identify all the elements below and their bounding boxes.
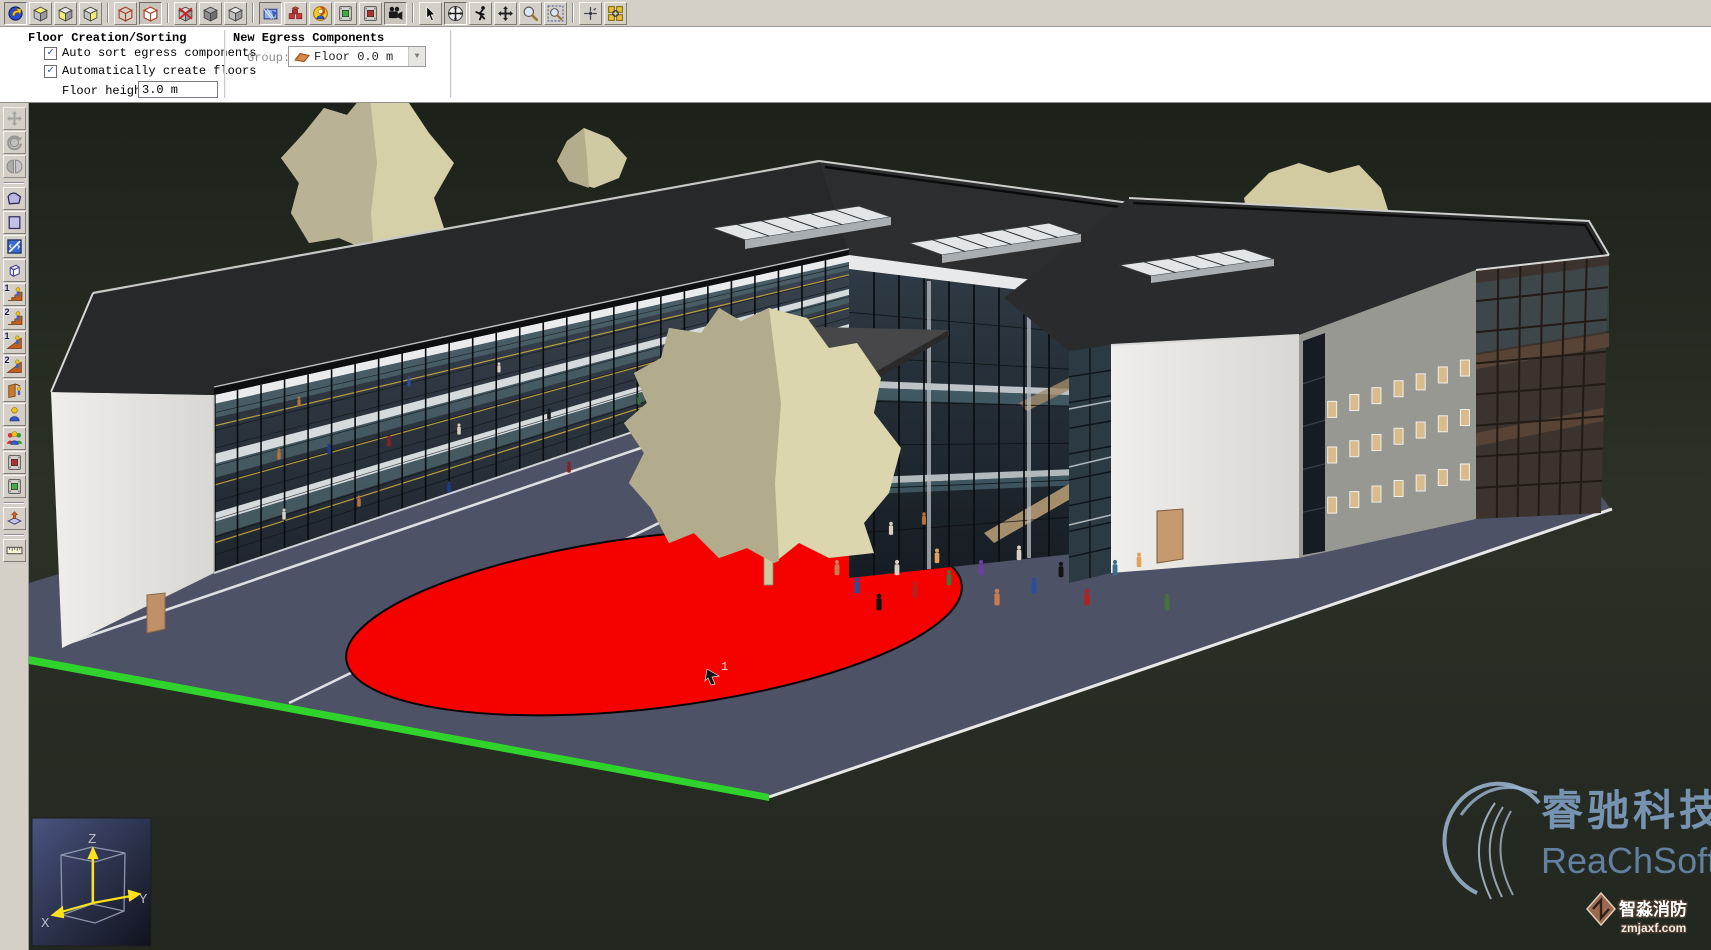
auto-floors-checkbox[interactable]: ✓ <box>44 65 57 78</box>
zoom-box-tool-button[interactable] <box>544 2 567 25</box>
wireframe-button[interactable] <box>114 2 137 25</box>
orbit-tool-button[interactable] <box>444 2 467 25</box>
pathfinder-app-window: Floor Creation/Sorting ✓ Auto sort egres… <box>0 0 1711 950</box>
options-panel-bar: Floor Creation/Sorting ✓ Auto sort egres… <box>0 27 1711 103</box>
show-transparency-button[interactable] <box>259 2 282 25</box>
measure-tool-button[interactable] <box>3 539 26 562</box>
panel-separator <box>450 30 452 98</box>
axis-x-label: X <box>41 916 50 932</box>
checkmark-icon: ✓ <box>47 66 54 77</box>
solid-light-button[interactable] <box>224 2 247 25</box>
axis-indicator: Z Y X <box>32 818 151 946</box>
obstruction-tool-button[interactable] <box>3 259 26 282</box>
auto-sort-checkbox-label: Auto sort egress components <box>62 46 256 60</box>
toolbar-separator <box>167 3 169 23</box>
panel-separator <box>224 30 226 98</box>
interior-door-tool-button[interactable] <box>3 475 26 498</box>
toolbar-separator <box>412 3 414 23</box>
show-obstructions-button[interactable] <box>284 2 307 25</box>
hide-geometry-button[interactable] <box>174 2 197 25</box>
extract-floor-tool-button[interactable] <box>3 507 26 530</box>
dropdown-arrow-icon[interactable]: ▼ <box>408 47 425 66</box>
rectangle-room-tool-button[interactable] <box>3 211 26 234</box>
snap-point-button[interactable] <box>579 2 602 25</box>
watermark-logo-cn: 智淼消防 <box>1619 899 1687 919</box>
show-exits-button[interactable] <box>359 2 382 25</box>
side-view-button[interactable] <box>79 2 102 25</box>
main-toolbar <box>0 0 1711 27</box>
ramp-two-point-tool-button[interactable]: 2 <box>3 355 26 378</box>
sidebar-separator <box>4 502 24 504</box>
zoom-tool-button[interactable] <box>519 2 542 25</box>
pan-tool-button[interactable] <box>494 2 517 25</box>
checkmark-icon: ✓ <box>47 48 54 59</box>
stairs-one-point-tool-button[interactable]: 1 <box>3 283 26 306</box>
watermark-logo-domain: zmjaxf.com <box>1621 921 1686 935</box>
3d-viewport[interactable]: 1 <box>29 103 1711 950</box>
sidebar-separator <box>4 534 24 536</box>
add-occupant-tool-button[interactable] <box>3 403 26 426</box>
auto-floors-checkbox-label: Automatically create floors <box>62 64 256 78</box>
exit-door-tool-button[interactable] <box>3 451 26 474</box>
tools-sidebar: 1 2 1 2 <box>0 103 29 950</box>
axis-y-label: Y <box>139 892 148 908</box>
rotate-tool-button[interactable] <box>3 131 26 154</box>
stairs-two-point-tool-button[interactable]: 2 <box>3 307 26 330</box>
ramp-one-point-tool-button[interactable]: 1 <box>3 331 26 354</box>
thin-wall-tool-button[interactable] <box>3 235 26 258</box>
polygon-room-tool-button[interactable] <box>3 187 26 210</box>
select-tool-button[interactable] <box>419 2 442 25</box>
toolbar-separator <box>252 3 254 23</box>
zoom-extents-button[interactable] <box>604 2 627 25</box>
show-doors-button[interactable] <box>334 2 357 25</box>
mirror-tool-button[interactable] <box>3 155 26 178</box>
hidden-line-button[interactable] <box>139 2 162 25</box>
floor-icon <box>294 50 310 63</box>
top-view-button[interactable] <box>29 2 52 25</box>
group-label: Group: <box>247 51 290 65</box>
group-dropdown-value: Floor 0.0 m <box>314 50 408 64</box>
move-tool-button[interactable] <box>3 107 26 130</box>
new-egress-panel-title: New Egress Components <box>233 31 384 45</box>
svg-text:1: 1 <box>721 660 728 674</box>
toolbar-separator <box>107 3 109 23</box>
solid-dark-button[interactable] <box>199 2 222 25</box>
walk-tool-button[interactable] <box>469 2 492 25</box>
show-cameras-button[interactable] <box>384 2 407 25</box>
floor-height-input[interactable] <box>138 81 218 98</box>
front-view-button[interactable] <box>54 2 77 25</box>
door-tool-button[interactable] <box>3 379 26 402</box>
perspective-view-button[interactable] <box>4 2 27 25</box>
floor-creation-panel-title: Floor Creation/Sorting <box>28 31 186 45</box>
watermark-brand-en: ReaChSoft <box>1541 840 1711 881</box>
show-occupants-button[interactable] <box>309 2 332 25</box>
axis-z-label: Z <box>88 832 96 848</box>
group-dropdown[interactable]: Floor 0.0 m ▼ <box>288 46 426 67</box>
add-occupant-group-tool-button[interactable] <box>3 427 26 450</box>
sidebar-separator <box>4 182 24 184</box>
toolbar-separator <box>572 3 574 23</box>
auto-sort-checkbox[interactable]: ✓ <box>44 47 57 60</box>
watermark-brand-cn: 睿驰科技 <box>1541 787 1711 834</box>
